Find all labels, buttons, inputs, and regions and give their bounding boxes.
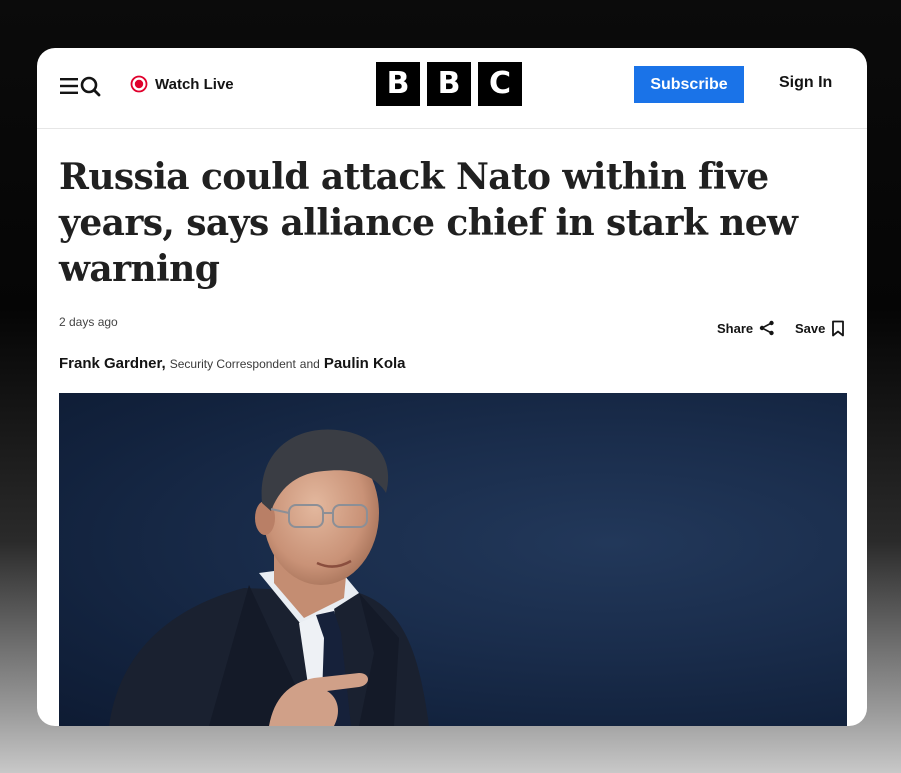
watch-live-label: Watch Live <box>155 75 234 93</box>
search-icon <box>80 76 101 97</box>
bookmark-icon <box>832 320 845 337</box>
menu-icon <box>60 78 78 94</box>
hero-image <box>59 393 847 726</box>
menu-search-button[interactable] <box>59 74 105 98</box>
subscribe-button[interactable]: Subscribe <box>634 66 744 103</box>
logo-letter-b2: B <box>427 62 471 106</box>
logo-letter-c: C <box>478 62 522 106</box>
author-role: Security Correspondent <box>169 357 296 371</box>
byline: Frank Gardner, Security Correspondent an… <box>59 355 406 372</box>
share-label: Share <box>717 320 754 336</box>
save-label: Save <box>795 321 826 336</box>
byline-conjunction: and <box>299 357 320 371</box>
site-header: Watch Live B B C Subscribe Sign In <box>37 48 867 129</box>
article-headline: Russia could attack Nato within five yea… <box>59 156 798 290</box>
sign-in-link[interactable]: Sign In <box>779 74 832 92</box>
author-name[interactable]: Paulin Kola <box>324 355 406 372</box>
publish-timestamp: 2 days ago <box>59 315 118 329</box>
share-button[interactable]: Share <box>717 320 775 336</box>
bbc-logo[interactable]: B B C <box>376 62 522 106</box>
save-button[interactable]: Save <box>795 320 845 337</box>
live-dot-icon <box>130 75 148 93</box>
logo-letter-b1: B <box>376 62 420 106</box>
share-icon <box>759 320 774 336</box>
author-name[interactable]: Frank Gardner, <box>59 355 166 372</box>
article-page: Watch Live B B C Subscribe Sign In Russi… <box>37 48 867 726</box>
watch-live-link[interactable]: Watch Live <box>130 73 234 95</box>
